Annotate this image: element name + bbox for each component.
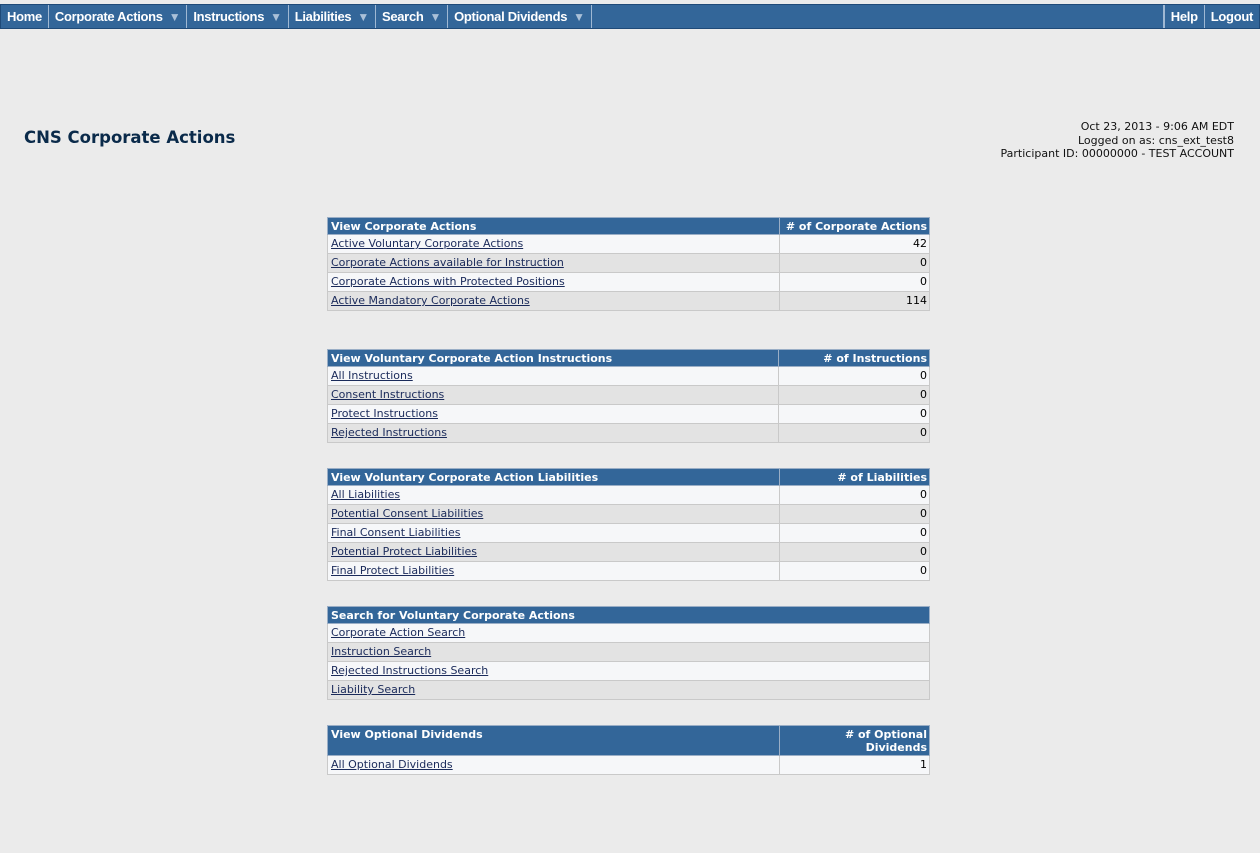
page-title: CNS Corporate Actions [24, 128, 236, 147]
nav-search[interactable]: Search ▼ [376, 5, 449, 28]
nav-corporate-actions-label: Corporate Actions [54, 9, 163, 24]
column-header-count: # of Optional Dividends [779, 725, 930, 756]
link-active-voluntary-corporate-actions[interactable]: Active Voluntary Corporate Actions [331, 237, 523, 250]
nav-help-label: Help [1170, 9, 1198, 24]
row-count: 42 [779, 234, 930, 254]
column-header-search: Search for Voluntary Corporate Actions [327, 606, 930, 624]
column-header-view: View Optional Dividends [327, 725, 780, 756]
nav-liabilities[interactable]: Liabilities ▼ [289, 5, 376, 28]
table-row: Final Protect Liabilities 0 [327, 561, 930, 581]
nav-instructions-label: Instructions [193, 9, 265, 24]
table-row: Corporate Action Search [327, 623, 930, 643]
row-count: 0 [779, 523, 930, 543]
liabilities-panel: View Voluntary Corporate Action Liabilit… [327, 468, 930, 581]
nav-instructions[interactable]: Instructions ▼ [187, 5, 289, 28]
corporate-actions-panel: View Corporate Actions # of Corporate Ac… [327, 217, 930, 311]
liabilities-table: View Voluntary Corporate Action Liabilit… [327, 468, 930, 581]
link-rejected-instructions[interactable]: Rejected Instructions [331, 426, 447, 439]
link-corporate-actions-with-protected-positions[interactable]: Corporate Actions with Protected Positio… [331, 275, 565, 288]
column-header-count: # of Corporate Actions [779, 217, 930, 235]
link-final-protect-liabilities[interactable]: Final Protect Liabilities [331, 564, 454, 577]
current-datetime: Oct 23, 2013 - 9:06 AM EDT [1080, 120, 1234, 133]
row-count: 0 [779, 542, 930, 562]
row-count: 1 [779, 755, 930, 775]
table-row: Rejected Instructions 0 [327, 423, 930, 443]
table-row: Protect Instructions 0 [327, 404, 930, 424]
table-row: Active Voluntary Corporate Actions 42 [327, 234, 930, 254]
column-header-view: View Voluntary Corporate Action Liabilit… [327, 468, 780, 486]
table-row: All Optional Dividends 1 [327, 755, 930, 775]
nav-logout[interactable]: Logout [1203, 5, 1259, 28]
row-count: 0 [778, 366, 930, 386]
search-panel: Search for Voluntary Corporate Actions C… [327, 606, 930, 700]
dividends-table: View Optional Dividends # of Optional Di… [327, 725, 930, 775]
nav-optional-dividends[interactable]: Optional Dividends ▼ [448, 5, 592, 28]
row-count: 0 [779, 253, 930, 273]
nav-corporate-actions[interactable]: Corporate Actions ▼ [49, 5, 188, 28]
table-row: Rejected Instructions Search [327, 661, 930, 681]
link-all-instructions[interactable]: All Instructions [331, 369, 413, 382]
row-count: 0 [779, 485, 930, 505]
row-count: 0 [778, 385, 930, 405]
chevron-down-icon: ▼ [270, 9, 282, 24]
link-final-consent-liabilities[interactable]: Final Consent Liabilities [331, 526, 460, 539]
chevron-down-icon: ▼ [357, 9, 369, 24]
nav-liabilities-label: Liabilities [294, 9, 352, 24]
row-count: 0 [779, 272, 930, 292]
nav-spacer [592, 5, 1164, 28]
link-rejected-instructions-search[interactable]: Rejected Instructions Search [331, 664, 488, 677]
column-header-view: View Corporate Actions [327, 217, 780, 235]
link-all-optional-dividends[interactable]: All Optional Dividends [331, 758, 453, 771]
search-table: Search for Voluntary Corporate Actions C… [327, 606, 930, 700]
logged-on-user: Logged on as: cns_ext_test8 [1077, 133, 1234, 147]
table-row: All Liabilities 0 [327, 485, 930, 505]
nav-optional-dividends-label: Optional Dividends [454, 9, 568, 24]
link-potential-consent-liabilities[interactable]: Potential Consent Liabilities [331, 507, 483, 520]
table-row: Consent Instructions 0 [327, 385, 930, 405]
participant-id: Participant ID: 00000000 - TEST ACCOUNT [1000, 147, 1234, 160]
column-header-count: # of Instructions [778, 349, 930, 367]
link-corporate-action-search[interactable]: Corporate Action Search [331, 626, 465, 639]
nav-home[interactable]: Home [1, 5, 49, 28]
top-nav-bar: Home Corporate Actions ▼ Instructions ▼ Li… [0, 4, 1260, 29]
link-active-mandatory-corporate-actions[interactable]: Active Mandatory Corporate Actions [331, 294, 530, 307]
session-info: Oct 23, 2013 - 9:06 AM EDT Logged on as:… [1001, 120, 1234, 161]
table-row: Instruction Search [327, 642, 930, 662]
corporate-actions-table: View Corporate Actions # of Corporate Ac… [327, 217, 930, 311]
table-row: Corporate Actions with Protected Positio… [327, 272, 930, 292]
chevron-down-icon: ▼ [168, 9, 181, 24]
row-count: 0 [779, 561, 930, 581]
table-row: Potential Protect Liabilities 0 [327, 542, 930, 562]
table-row: Corporate Actions available for Instruct… [327, 253, 930, 273]
nav-home-label: Home [7, 9, 42, 24]
table-row: Potential Consent Liabilities 0 [327, 504, 930, 524]
link-all-liabilities[interactable]: All Liabilities [331, 488, 400, 501]
instructions-table: View Voluntary Corporate Action Instruct… [327, 349, 930, 443]
row-count: 0 [778, 404, 930, 424]
column-header-count: # of Liabilities [779, 468, 930, 486]
row-count: 0 [778, 423, 930, 443]
link-instruction-search[interactable]: Instruction Search [331, 645, 431, 658]
link-potential-protect-liabilities[interactable]: Potential Protect Liabilities [331, 545, 477, 558]
column-header-view: View Voluntary Corporate Action Instruct… [327, 349, 779, 367]
link-corporate-actions-available-for-instruction[interactable]: Corporate Actions available for Instruct… [331, 256, 564, 269]
nav-search-label: Search [381, 9, 424, 24]
link-protect-instructions[interactable]: Protect Instructions [331, 407, 438, 420]
chevron-down-icon: ▼ [429, 9, 442, 24]
table-row: All Instructions 0 [327, 366, 930, 386]
table-row: Active Mandatory Corporate Actions 114 [327, 291, 930, 311]
row-count: 114 [779, 291, 930, 311]
row-count: 0 [779, 504, 930, 524]
nav-help[interactable]: Help [1163, 5, 1204, 28]
instructions-panel: View Voluntary Corporate Action Instruct… [327, 349, 930, 443]
dividends-panel: View Optional Dividends # of Optional Di… [327, 725, 930, 775]
nav-logout-label: Logout [1210, 9, 1254, 24]
link-liability-search[interactable]: Liability Search [331, 683, 415, 696]
link-consent-instructions[interactable]: Consent Instructions [331, 388, 444, 401]
table-row: Final Consent Liabilities 0 [327, 523, 930, 543]
chevron-down-icon: ▼ [573, 9, 585, 24]
table-row: Liability Search [327, 680, 930, 700]
